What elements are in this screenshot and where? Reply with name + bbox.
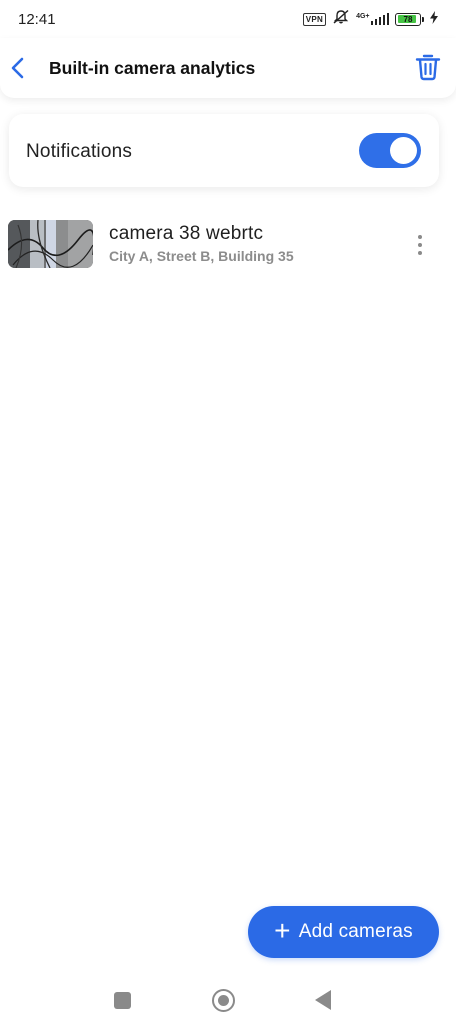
status-icons: VPN 4G+ 78 (302, 9, 438, 29)
signal-icon: 4G+ (356, 13, 389, 25)
notifications-label: Notifications (26, 141, 133, 162)
toggle-knob (390, 137, 417, 164)
camera-list-item[interactable]: camera 38 webrtc City A, Street B, Build… (0, 219, 456, 271)
status-bar: 12:41 VPN 4G+ 78 (0, 0, 456, 38)
battery-icon: 78 (395, 12, 424, 26)
status-time: 12:41 (18, 10, 56, 28)
more-vertical-icon (418, 235, 422, 239)
plus-icon: + (274, 914, 291, 946)
more-dot (418, 251, 422, 255)
back-button[interactable] (2, 51, 34, 85)
home-button[interactable] (212, 989, 235, 1012)
network-type: 4G+ (356, 13, 370, 20)
system-back-button[interactable] (315, 990, 331, 1010)
notifications-toggle[interactable] (359, 133, 421, 168)
more-dot (418, 243, 422, 247)
battery-level: 78 (403, 14, 413, 24)
app-header: Built-in camera analytics (0, 38, 456, 98)
recent-apps-button[interactable] (114, 992, 131, 1009)
chevron-left-icon (11, 57, 24, 79)
trash-icon (415, 54, 441, 81)
page-title: Built-in camera analytics (49, 58, 256, 78)
system-nav-bar (0, 980, 456, 1023)
charging-icon (430, 10, 438, 28)
notifications-card: Notifications (9, 114, 439, 187)
vpn-icon: VPN (302, 12, 327, 26)
mute-bell-icon (332, 9, 350, 29)
more-options-button[interactable] (408, 231, 432, 259)
app-screen: 12:41 VPN 4G+ 78 Built-in camera analyti… (0, 0, 456, 1023)
camera-address: City A, Street B, Building 35 (109, 248, 294, 264)
camera-name: camera 38 webrtc (109, 223, 264, 244)
camera-thumbnail[interactable] (8, 220, 93, 268)
delete-button[interactable] (412, 50, 444, 84)
add-cameras-label: Add cameras (298, 921, 413, 942)
add-cameras-button[interactable]: + Add cameras (248, 906, 439, 958)
